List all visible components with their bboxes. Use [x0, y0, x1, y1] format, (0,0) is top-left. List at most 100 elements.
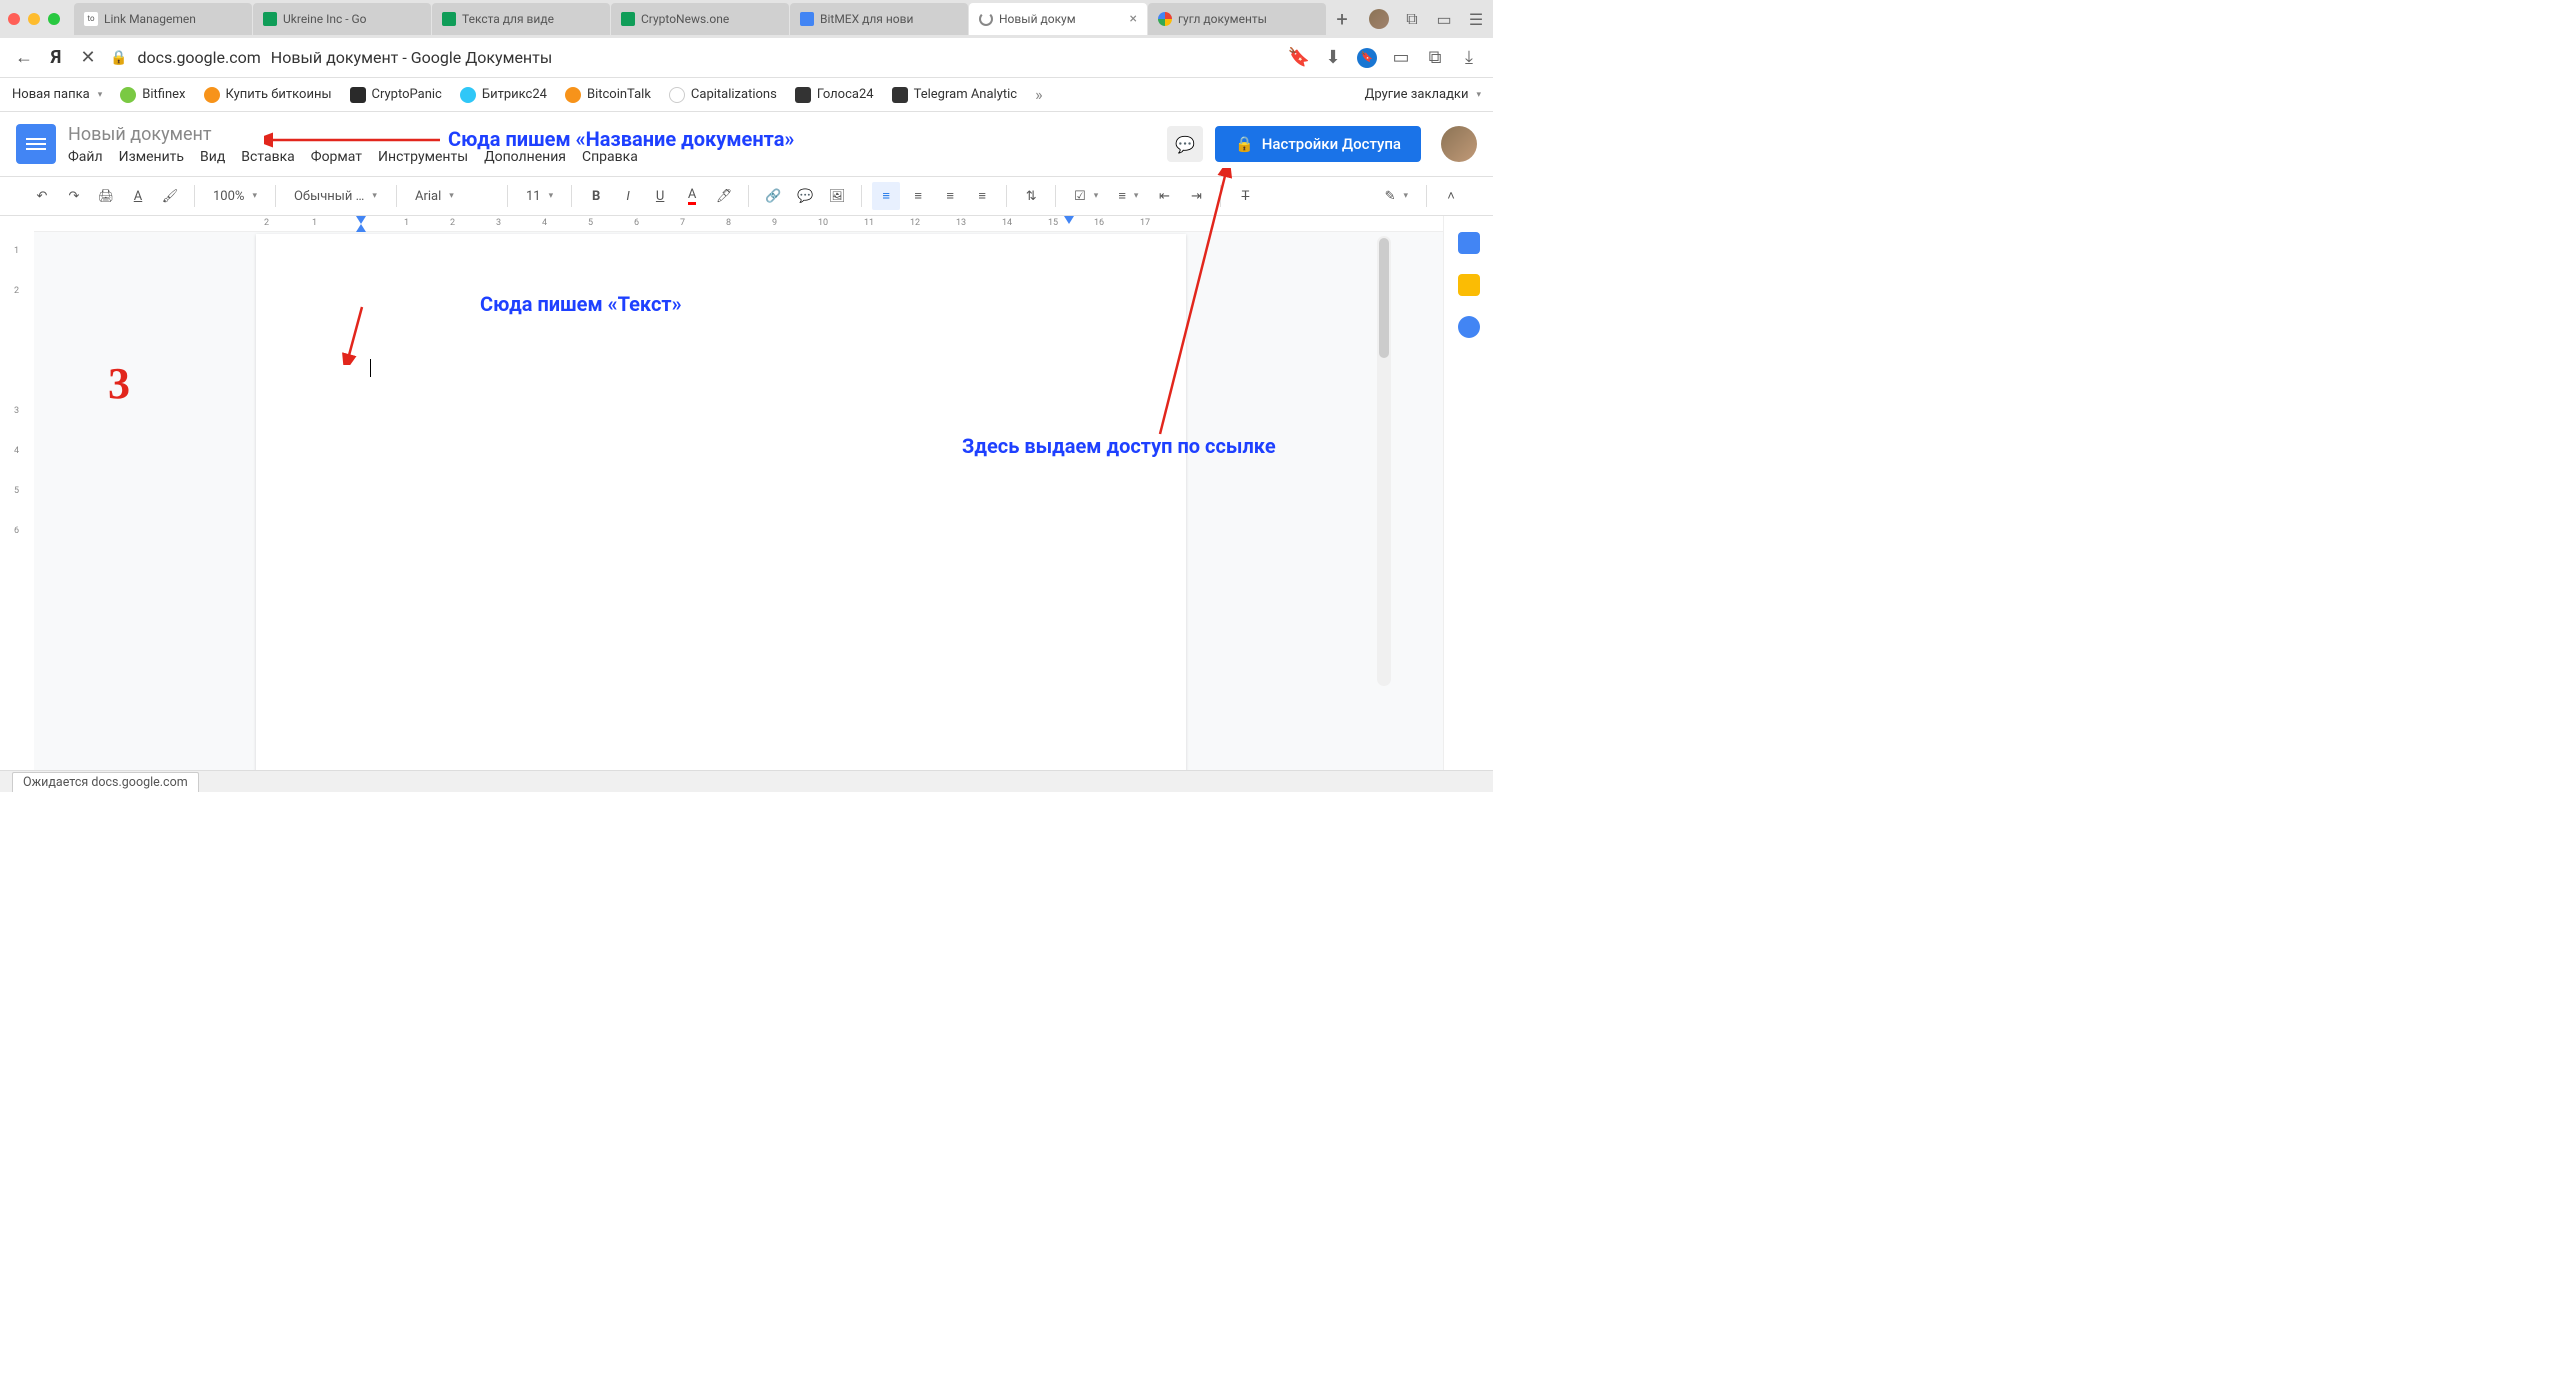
textcolor-button[interactable]: A: [678, 182, 706, 210]
menu-tools[interactable]: Инструменты: [378, 149, 468, 165]
menu-file[interactable]: Файл: [68, 149, 103, 165]
tab-texts[interactable]: Текста для виде: [432, 3, 610, 35]
downloads-icon[interactable]: ⬇: [1323, 48, 1343, 68]
scrollbar[interactable]: [1377, 236, 1391, 686]
menu-insert[interactable]: Вставка: [241, 149, 294, 165]
bookmark-label: Telegram Analytic: [914, 87, 1018, 102]
align-center-button[interactable]: ≡: [904, 182, 932, 210]
bulletlist-button[interactable]: ≡: [1110, 182, 1146, 210]
close-window-icon[interactable]: [8, 13, 20, 25]
minimize-window-icon[interactable]: [28, 13, 40, 25]
menu-view[interactable]: Вид: [200, 149, 225, 165]
tab-bitmex[interactable]: BitMEX для нови: [790, 3, 968, 35]
bookmark-icon[interactable]: 🔖: [1289, 48, 1309, 68]
back-button[interactable]: ←: [14, 48, 34, 68]
undo-button[interactable]: ↶: [28, 182, 56, 210]
document-page[interactable]: [256, 234, 1186, 770]
calendar-icon[interactable]: [1458, 232, 1480, 254]
comments-button[interactable]: 💬: [1167, 126, 1203, 162]
close-tab-icon[interactable]: ×: [1130, 11, 1137, 27]
document-title[interactable]: Новый документ: [68, 124, 1155, 145]
underline-button[interactable]: U: [646, 182, 674, 210]
bold-button[interactable]: B: [582, 182, 610, 210]
ruler-tick: 4: [542, 218, 547, 228]
style-select[interactable]: Обычный …: [286, 182, 386, 210]
menu-format[interactable]: Формат: [311, 149, 362, 165]
highlight-button[interactable]: 🖊: [710, 182, 738, 210]
ruler-tick: 16: [1094, 218, 1104, 228]
bookmarks-overflow-icon[interactable]: »: [1035, 85, 1043, 104]
menu-help[interactable]: Справка: [582, 149, 638, 165]
vertical-ruler: 1 2 3 4 5 6: [0, 216, 34, 770]
bookmark-bitrix24[interactable]: Битрикс24: [460, 87, 547, 103]
outdent-button[interactable]: ⇤: [1150, 182, 1178, 210]
bookmark-cryptopanic[interactable]: CryptoPanic: [350, 87, 442, 103]
tab-newdoc[interactable]: Новый докум×: [969, 3, 1147, 35]
editing-mode-button[interactable]: ✎: [1377, 182, 1416, 210]
download-icon[interactable]: ⤓: [1459, 48, 1479, 68]
italic-button[interactable]: I: [614, 182, 642, 210]
line-spacing-button[interactable]: ⇅: [1017, 182, 1045, 210]
stop-button[interactable]: ✕: [78, 48, 98, 68]
reading-list-icon[interactable]: ▭: [1435, 10, 1453, 28]
redo-button[interactable]: ↷: [60, 182, 88, 210]
paint-format-button[interactable]: 🖌: [156, 182, 184, 210]
menu-icon[interactable]: ☰: [1467, 10, 1485, 28]
menu-addons[interactable]: Дополнения: [484, 149, 566, 165]
tab-googledocs-search[interactable]: гугл документы: [1148, 3, 1326, 35]
ruler-tick: 9: [772, 218, 777, 228]
bookmark-golosa24[interactable]: Голоса24: [795, 87, 874, 103]
url-title: Новый документ - Google Документы: [271, 48, 553, 67]
url-field[interactable]: 🔒 docs.google.com Новый документ - Googl…: [110, 48, 1277, 67]
hide-menus-button[interactable]: ˄: [1437, 182, 1465, 210]
ruler-tick: 13: [956, 218, 966, 228]
tab-cryptonews[interactable]: CryptoNews.one: [611, 3, 789, 35]
print-button[interactable]: 🖨: [92, 182, 120, 210]
bookmark-panel-icon[interactable]: ⧉: [1403, 10, 1421, 28]
tab-link-management[interactable]: toLink Managemen: [74, 3, 252, 35]
other-bookmarks[interactable]: Другие закладки: [1365, 87, 1481, 102]
tasks-icon[interactable]: [1458, 316, 1480, 338]
bookmark-label: Голоса24: [817, 87, 874, 102]
fontsize-select[interactable]: 11: [518, 182, 561, 210]
indent-marker-icon[interactable]: [1064, 216, 1074, 224]
indent-button[interactable]: ⇥: [1182, 182, 1210, 210]
tab-ukreine[interactable]: Ukreine Inc - Go: [253, 3, 431, 35]
new-tab-button[interactable]: +: [1327, 3, 1357, 35]
align-right-button[interactable]: ≡: [936, 182, 964, 210]
font-select[interactable]: Arial: [407, 182, 497, 210]
keep-icon[interactable]: [1458, 274, 1480, 296]
zoom-window-icon[interactable]: [48, 13, 60, 25]
comment-button[interactable]: 💬: [791, 182, 819, 210]
battery-icon[interactable]: ▭: [1391, 48, 1411, 68]
scroll-thumb[interactable]: [1379, 238, 1389, 358]
spellcheck-button[interactable]: A: [124, 182, 152, 210]
image-button[interactable]: 🖼: [823, 182, 851, 210]
bookmark-telegram-analytic[interactable]: Telegram Analytic: [892, 87, 1018, 103]
zoom-select[interactable]: 100%: [205, 182, 265, 210]
docs-header: Новый документ Файл Изменить Вид Вставка…: [0, 112, 1493, 176]
bookmark-bitcointalk[interactable]: BitcoinTalk: [565, 87, 651, 103]
link-button[interactable]: 🔗: [759, 182, 787, 210]
align-left-button[interactable]: ≡: [872, 182, 900, 210]
account-avatar[interactable]: [1441, 126, 1477, 162]
extension-icon[interactable]: 🔖: [1357, 48, 1377, 68]
tab-bar-right: ⧉ ▭ ☰: [1369, 9, 1485, 29]
bookmark-folder[interactable]: Новая папка: [12, 87, 102, 102]
docs-logo-icon[interactable]: [16, 124, 56, 164]
indent-marker-icon[interactable]: [356, 224, 366, 232]
checklist-button[interactable]: ☑: [1066, 182, 1106, 210]
share-button[interactable]: 🔒 Настройки Доступа: [1215, 126, 1421, 162]
bookmark-buy-bitcoin[interactable]: Купить биткоины: [204, 87, 332, 103]
menu-edit[interactable]: Изменить: [119, 149, 184, 165]
indent-marker-icon[interactable]: [356, 216, 366, 224]
align-justify-button[interactable]: ≡: [968, 182, 996, 210]
ruler-tick: 14: [1002, 218, 1012, 228]
bookmark-bitfinex[interactable]: Bitfinex: [120, 87, 185, 103]
clear-format-button[interactable]: T: [1231, 182, 1259, 210]
ruler-tick: 8: [726, 218, 731, 228]
profile-icon[interactable]: [1369, 9, 1389, 29]
copy-icon[interactable]: ⧉: [1425, 48, 1445, 68]
yandex-icon[interactable]: Я: [46, 48, 66, 68]
bookmark-capitalizations[interactable]: Capitalizations: [669, 87, 777, 103]
